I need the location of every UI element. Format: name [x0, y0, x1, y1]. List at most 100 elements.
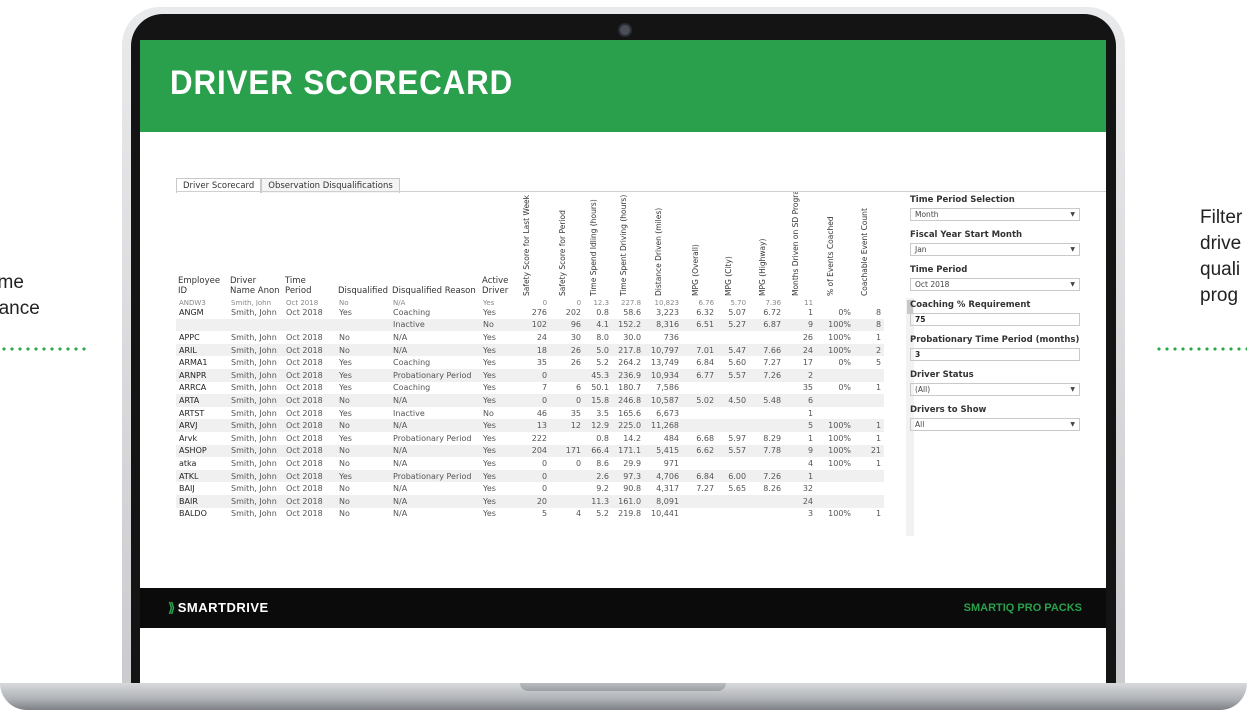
table-cell: Yes [480, 457, 513, 470]
table-cell: 18 [512, 343, 551, 357]
table-cell: 6.84 [682, 356, 718, 369]
table-row[interactable]: ARRCA Smith, John Oct 2018 Yes Coaching Yes 7 6… [176, 381, 885, 395]
table-cell: 9 [784, 444, 817, 458]
table-cell: 5.57 [717, 368, 750, 382]
filter-coaching-requirement: Coaching % Requirement 75 [910, 300, 1080, 326]
smartdrive-swoosh-icon: ⟫ [168, 600, 176, 615]
table-cell: Yes [480, 494, 513, 508]
table-cell: 204 [512, 444, 551, 458]
table-row[interactable]: ATKL Smith, John Oct 2018 Yes Probationary P… [176, 469, 885, 483]
table-cell: Yes [480, 343, 513, 357]
table-row[interactable]: Inactive No 102 96 4.1 152.2 8,316 6.51 5.27 6.87… [176, 318, 885, 332]
table-row[interactable]: ARIL Smith, John Oct 2018 No N/A Yes 18 26 5.0 21… [176, 343, 885, 357]
table-row[interactable]: ARMA1 Smith, John Oct 2018 Yes Coaching Yes 35… [176, 356, 885, 369]
table-cell [682, 331, 718, 344]
col-header[interactable]: Months Driven on SD Program [784, 192, 816, 300]
table-cell: 17 [784, 356, 817, 369]
table-cell: 0 [512, 368, 551, 382]
table-row[interactable]: BALDO Smith, John Oct 2018 No N/A Yes 5 4 5.2 219… [176, 507, 885, 521]
col-header[interactable]: Disqualified Reason [390, 192, 480, 300]
col-header-label: Distance Driven (miles) [654, 207, 664, 296]
filter-panel: Time Period Selection Month ▼ Fiscal Yea… [910, 195, 1080, 440]
col-header[interactable]: Employee ID [176, 192, 228, 300]
fiscal-year-start-dropdown[interactable]: Jan ▼ [910, 243, 1080, 256]
col-header-label: MPG (City) [724, 256, 734, 296]
table-cell: 1 [854, 457, 885, 470]
table-cell: 20 [512, 494, 551, 508]
col-header[interactable]: Driver Name Anon [228, 192, 283, 300]
table-cell: 4.50 [717, 394, 750, 407]
probationary-period-input[interactable]: 3 [910, 348, 1080, 361]
table-row[interactable]: BAIR Smith, John Oct 2018 No N/A Yes 20 11.3 161… [176, 494, 885, 508]
table-cell: 217.8 [612, 343, 645, 357]
table-row[interactable]: ASHOP Smith, John Oct 2018 No N/A Yes 204 171 66… [176, 444, 885, 458]
col-header[interactable]: MPG (Overall) [682, 192, 717, 300]
dropdown-value: (All) [915, 385, 931, 394]
dropdown-value: Jan [915, 245, 927, 254]
col-header[interactable]: Time Spend Idling (hours) [584, 192, 612, 300]
table-cell: 30.0 [612, 331, 645, 344]
laptop-base-notch [520, 683, 726, 691]
table-cell [283, 318, 336, 332]
drivers-to-show-dropdown[interactable]: All ▼ [910, 418, 1080, 431]
table-cell [854, 469, 885, 483]
table-cell: 4,317 [644, 482, 683, 495]
table-cell: 100% [816, 444, 855, 458]
driver-status-dropdown[interactable]: (All) ▼ [910, 383, 1080, 396]
table-cell: 5.07 [717, 306, 750, 319]
table-cell: 5.65 [717, 482, 750, 495]
col-header[interactable]: MPG (Highway) [749, 192, 784, 300]
col-header[interactable]: Coachable Event Count [854, 192, 884, 300]
table-cell: Yes [336, 469, 391, 483]
col-header[interactable]: Distance Driven (miles) [644, 192, 682, 300]
table-cell: 12.9 [584, 419, 613, 432]
table-cell: Yes [336, 368, 391, 382]
col-header-label: % of Events Coached [826, 216, 836, 296]
table-cell: 3,223 [644, 306, 683, 319]
coaching-requirement-input[interactable]: 75 [910, 313, 1080, 326]
table-cell: 236.9 [612, 368, 645, 382]
table-cell [717, 331, 750, 344]
table-cell: 9.2 [584, 482, 613, 495]
table-row[interactable]: atka Smith, John Oct 2018 No N/A Yes 0 0 8.6 29.9… [176, 457, 885, 470]
table-cell: Inactive [390, 406, 481, 420]
table-row[interactable]: ARNPR Smith, John Oct 2018 Yes Probationary … [176, 368, 885, 382]
table-row[interactable]: ARTA Smith, John Oct 2018 No N/A Yes 0 0 15.8 246… [176, 394, 885, 407]
table-cell [749, 381, 785, 395]
table-cell: Smith, John [228, 394, 283, 407]
table-row[interactable]: APPC Smith, John Oct 2018 No N/A Yes 24 30 8.0 30… [176, 331, 885, 344]
table-cell: No [336, 343, 391, 357]
table-row[interactable]: BAIJ Smith, John Oct 2018 No N/A Yes 0 9.2 90.8 4… [176, 482, 885, 495]
table-cell: 2 [784, 368, 817, 382]
filter-drivers-to-show: Drivers to Show All ▼ [910, 405, 1080, 431]
table-cell [816, 406, 855, 420]
filter-time-period: Time Period Oct 2018 ▼ [910, 265, 1080, 291]
col-header[interactable]: Time Spent Driving (hours) [612, 192, 644, 300]
table-cell: 171 [550, 444, 585, 458]
table-cell: 90.8 [612, 482, 645, 495]
left-caption-line: time [0, 272, 24, 293]
col-header[interactable]: MPG (City) [717, 192, 749, 300]
col-header[interactable]: Disqualified [336, 192, 390, 300]
filter-fiscal-year-start: Fiscal Year Start Month Jan ▼ [910, 230, 1080, 256]
table-row[interactable]: ANGM Smith, John Oct 2018 Yes Coaching Yes 276… [176, 306, 885, 319]
table-cell: Oct 2018 [283, 419, 336, 432]
table-cell: 5.47 [717, 343, 750, 357]
filter-label: Fiscal Year Start Month [910, 230, 1023, 240]
table-row[interactable]: ARTST Smith, John Oct 2018 Yes Inactive No 46 3… [176, 406, 885, 420]
col-header[interactable]: Time Period [283, 192, 336, 300]
table-cell: 6,673 [644, 406, 683, 420]
table-row[interactable]: ARVJ Smith, John Oct 2018 No N/A Yes 13 12 12.9 2… [176, 419, 885, 432]
table-cell [682, 507, 718, 521]
table-cell: 10,934 [644, 368, 683, 382]
time-period-selection-dropdown[interactable]: Month ▼ [910, 208, 1080, 221]
chevron-down-icon: ▼ [1070, 386, 1075, 393]
table-row[interactable]: Arvk Smith, John Oct 2018 Yes Probationary P… [176, 431, 885, 445]
col-header[interactable]: Safety Score for Period [550, 192, 584, 300]
time-period-dropdown[interactable]: Oct 2018 ▼ [910, 278, 1080, 291]
col-header[interactable]: Safety Score for Last Week in Period [512, 192, 550, 300]
table-cell: Yes [480, 431, 513, 445]
col-header[interactable]: % of Events Coached [816, 192, 854, 300]
table-cell: 96 [550, 318, 585, 332]
col-header[interactable]: Active Driver [480, 192, 512, 300]
